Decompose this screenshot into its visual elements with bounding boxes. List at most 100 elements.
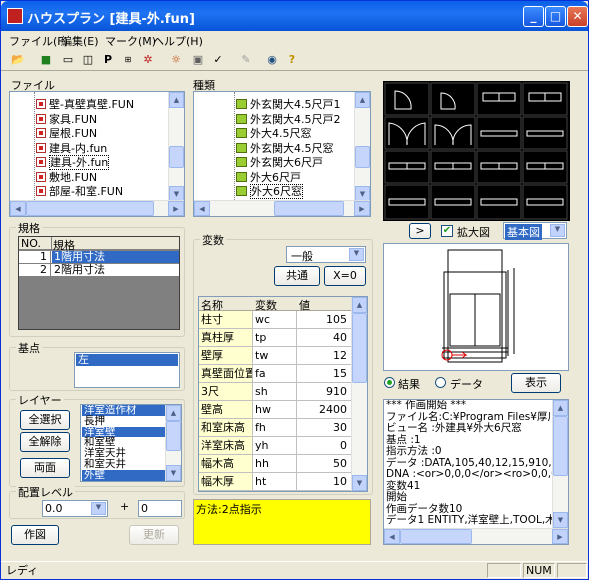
variable-value[interactable]: 10	[297, 473, 351, 490]
draw-button[interactable]: 作図	[11, 525, 59, 545]
kikaku-table[interactable]: NO. 規格 1 1階用寸法 2 2階用寸法	[18, 236, 180, 330]
variable-value[interactable]: 2400	[297, 401, 351, 418]
kind-tree-item[interactable]: 外玄関大4.5尺戸1	[236, 96, 341, 111]
variable-value[interactable]: 0	[297, 437, 351, 454]
pattern-icon[interactable]: ✲	[139, 51, 157, 69]
file-tree-item[interactable]: 部屋-和室.FUN	[36, 183, 123, 198]
kiten-item[interactable]: 左	[76, 354, 178, 366]
variable-row[interactable]: 壁高 hw 2400	[199, 401, 351, 419]
chevron-down-icon[interactable]: ▼	[91, 502, 106, 515]
variable-row[interactable]: 3尺 sh 910	[199, 383, 351, 401]
kikaku-row[interactable]: 2 2階用寸法	[19, 264, 179, 277]
layer-vscroll[interactable]: ▲ ▼	[165, 405, 181, 481]
radio-data[interactable]	[435, 377, 446, 388]
variable-row[interactable]: 壁厚 tw 12	[199, 347, 351, 365]
view-combo[interactable]: 基本図 ▼	[503, 222, 567, 240]
file-tree-item[interactable]: 敷地.FUN	[36, 169, 97, 184]
select-all-button[interactable]: 全選択	[20, 410, 70, 430]
log-hscroll[interactable]: ◀ ▶	[384, 528, 568, 544]
variable-row[interactable]: 洋室床高 yh 0	[199, 437, 351, 455]
variables-table[interactable]: 名称 変数 値 柱寸 wc 105 真柱厚 tp 40 壁厚 tw 12 真壁面位置 fa 15 3尺 s…	[198, 296, 368, 492]
x0-button[interactable]: X=0	[324, 266, 366, 286]
offset-input[interactable]: 0	[138, 500, 182, 517]
variable-row[interactable]: 真壁面位置 fa 15	[199, 365, 351, 383]
deselect-all-button[interactable]: 全解除	[20, 432, 70, 452]
kind-tree-item[interactable]: 外玄関大4.5尺窓	[236, 140, 334, 155]
file-tree-item[interactable]: 建具-内.fun	[36, 140, 107, 155]
show-button[interactable]: 表示	[511, 373, 561, 393]
variable-value[interactable]: 12	[297, 347, 351, 364]
panel-icon[interactable]: ▭	[59, 51, 77, 69]
variables-vscroll[interactable]: ▲ ▼	[351, 297, 367, 491]
kind-tree-item[interactable]: 外大6尺戸	[236, 169, 301, 184]
split-panel-icon[interactable]: ◫	[79, 51, 97, 69]
maximize-button[interactable]: □	[545, 6, 566, 27]
thumbnail-grid[interactable]	[383, 81, 570, 221]
common-button[interactable]: 共通	[274, 266, 320, 286]
variable-value[interactable]: 30	[297, 419, 351, 436]
preview-canvas[interactable]	[383, 243, 569, 371]
minimize-button[interactable]: _	[523, 6, 544, 27]
variable-value[interactable]: 15	[297, 365, 351, 382]
paste-icon[interactable]: ▣	[189, 51, 207, 69]
variable-value[interactable]: 105	[297, 311, 351, 328]
kind-tree-item[interactable]: 外大4.5尺窓	[236, 125, 312, 140]
kind-tree-item-label: 外大4.5尺窓	[250, 127, 312, 140]
fitting-icon	[236, 157, 247, 167]
variable-row[interactable]: 幅木高 hh 50	[199, 455, 351, 473]
log-panel[interactable]: *** 作画開始 *** ファイル名:C:¥Program Files¥厚川設 ビュ…	[383, 399, 569, 545]
chevron-down-icon[interactable]: ▼	[550, 224, 565, 237]
preview-nav-button[interactable]: >	[409, 223, 431, 239]
zoom-checkbox[interactable]: ✔	[441, 225, 453, 237]
kind-tree-hscroll[interactable]: ◀ ▶	[194, 200, 370, 216]
variable-value[interactable]: 50	[297, 455, 351, 472]
kind-tree[interactable]: 外玄関大4.5尺戸1 外玄関大4.5尺戸2 外大4.5尺窓 外玄関大4.5尺窓 外玄関大…	[193, 91, 371, 217]
fitting-icon	[236, 128, 247, 138]
p-icon[interactable]: P	[99, 51, 117, 69]
kind-tree-item[interactable]: 外玄関大4.5尺戸2	[236, 111, 341, 126]
pen-icon[interactable]: ✎	[237, 51, 255, 69]
file-tree[interactable]: 壁-真壁真壁.FUN 家具.FUN 屋根.FUN 建具-内.fun 建具-外.fun 敷地…	[9, 91, 185, 217]
cube-icon[interactable]: ■	[37, 51, 55, 69]
layer-item[interactable]: 外壁	[82, 469, 166, 481]
file-tree-item[interactable]: 壁-真壁真壁.FUN	[36, 96, 134, 111]
variable-row[interactable]: 幅木厚 ht 10	[199, 473, 351, 491]
menu-edit[interactable]: 編集(E)	[61, 33, 99, 49]
kind-tree-vscroll[interactable]: ▲ ▼	[354, 92, 370, 202]
variable-name: 幅木厚	[199, 473, 253, 490]
kind-tree-item[interactable]: 外玄関大6尺戸	[236, 154, 323, 169]
variable-value[interactable]: 40	[297, 329, 351, 346]
globe-icon[interactable]: ◉	[263, 51, 281, 69]
fuse-icon[interactable]: ⊞	[119, 51, 137, 69]
layer-item[interactable]: 長押	[82, 415, 166, 427]
kind-tree-item[interactable]: 外大6尺窓	[236, 183, 303, 199]
file-tree-item[interactable]: 家具.FUN	[36, 111, 97, 126]
radio-result[interactable]	[384, 377, 395, 388]
close-button[interactable]: ✕	[567, 6, 588, 27]
file-tree-item[interactable]: 建具-外.fun	[36, 154, 110, 170]
file-tree-hscroll[interactable]: ◀ ▶	[10, 200, 184, 216]
variable-row[interactable]: 柱寸 wc 105	[199, 311, 351, 329]
update-button[interactable]: 更新	[129, 525, 179, 545]
menu-mark[interactable]: マーク(M)	[105, 33, 156, 49]
log-vscroll[interactable]: ▲ ▼	[552, 400, 568, 528]
sun-icon[interactable]: ☼	[167, 51, 185, 69]
menu-file[interactable]: ファイル(F)	[9, 33, 68, 49]
file-tree-item[interactable]: 屋根.FUN	[36, 125, 97, 140]
chevron-down-icon[interactable]: ▼	[349, 248, 364, 261]
variable-value[interactable]: 910	[297, 383, 351, 400]
variable-row[interactable]: 真柱厚 tp 40	[199, 329, 351, 347]
variables-combo[interactable]: 一般 ▼	[286, 246, 366, 263]
variable-key: fa	[253, 365, 297, 382]
level-combo[interactable]: 0.0 ▼	[42, 500, 108, 517]
kiten-list[interactable]: 左	[74, 352, 180, 388]
both-sides-button[interactable]: 両面	[20, 458, 70, 478]
check-icon[interactable]: ✓	[209, 51, 227, 69]
variable-row[interactable]: 和室床高 fh 30	[199, 419, 351, 437]
variable-name: 壁高	[199, 401, 253, 418]
menu-help[interactable]: ヘルプ(H)	[153, 33, 203, 49]
help-icon[interactable]: ?	[283, 51, 301, 69]
open-folder-icon[interactable]: 📂	[9, 51, 27, 69]
layer-list[interactable]: 洋室造作材 長押 洋室壁 和室壁 洋室天井 和室天井 外壁 ▲ ▼	[80, 404, 182, 482]
file-tree-vscroll[interactable]: ▲ ▼	[168, 92, 184, 202]
